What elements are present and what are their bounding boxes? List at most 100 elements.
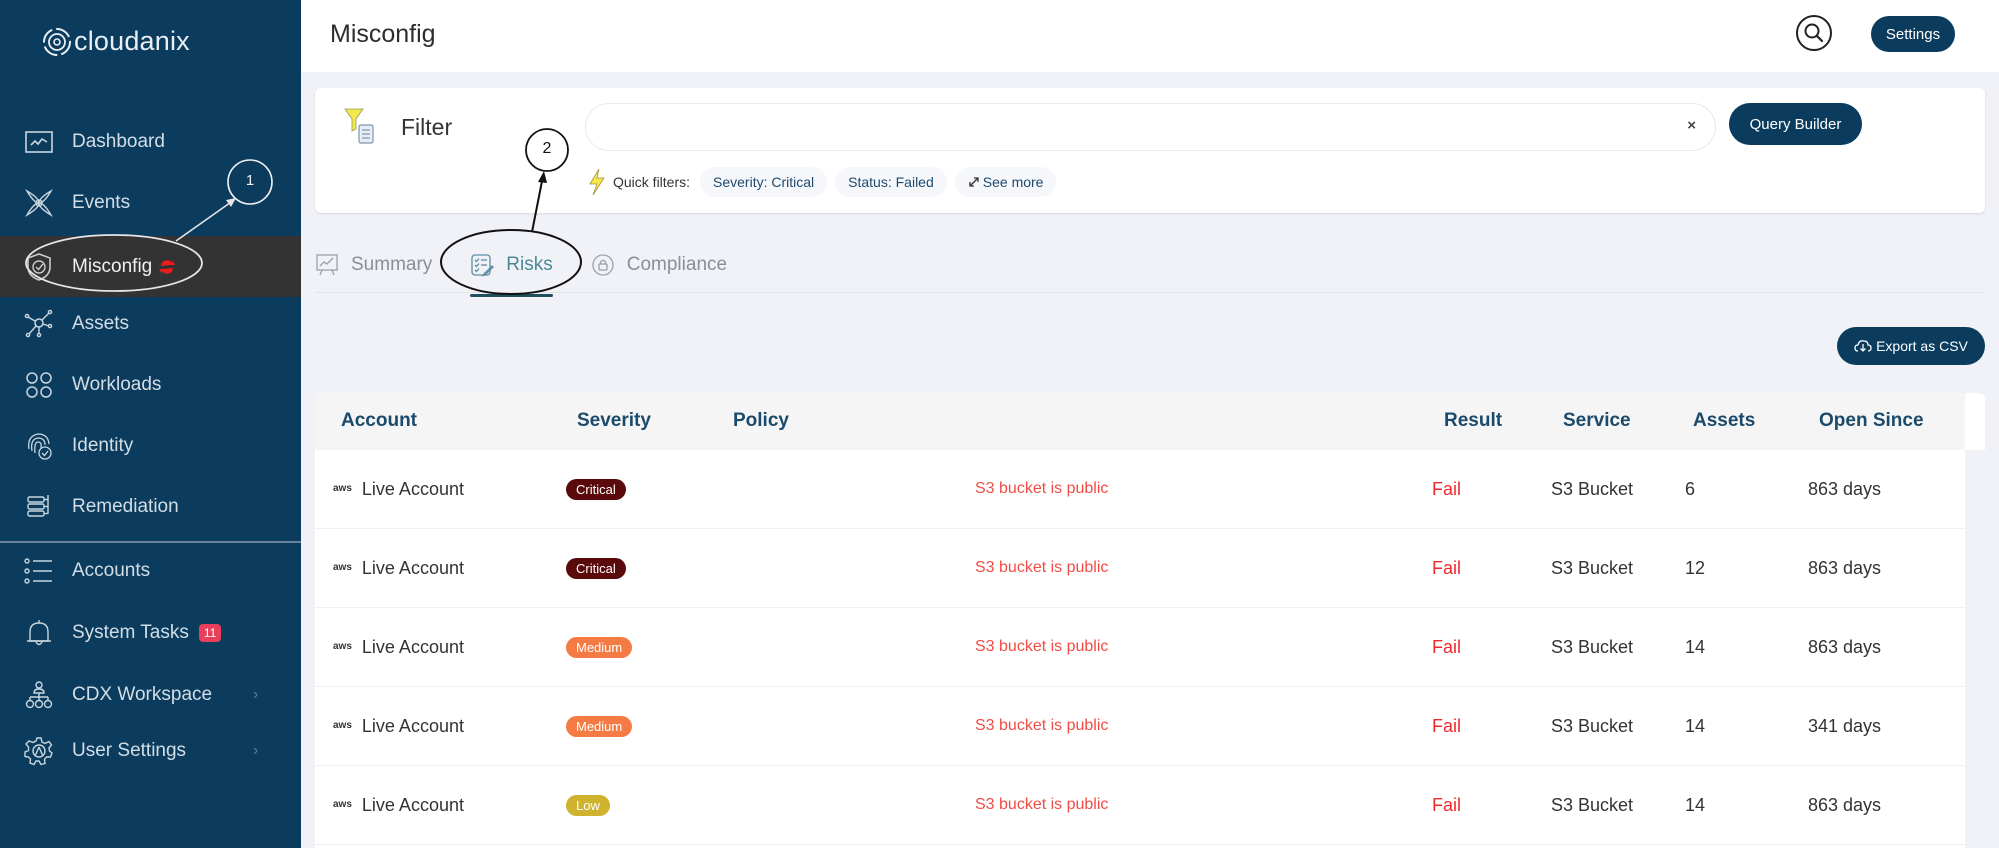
clear-filter-button[interactable]: ×: [1687, 117, 1696, 134]
tab-summary[interactable]: Summary: [315, 245, 432, 285]
tab-compliance[interactable]: Compliance: [591, 245, 727, 285]
sidebar: cloudanix Dashboard Events Misconfig Ass…: [0, 0, 301, 848]
column-header-open-since[interactable]: Open Since: [1819, 410, 1924, 432]
tab-label: Summary: [351, 254, 433, 275]
account-name: Live Account: [361, 478, 464, 499]
account-name: Live Account: [361, 715, 464, 736]
column-header-assets[interactable]: Assets: [1693, 410, 1755, 432]
severity-badge: Low: [566, 794, 610, 816]
accounts-list-icon: [24, 556, 54, 586]
table-row[interactable]: aws Live Account Critical S3 bucket is publ…: [315, 450, 1965, 529]
tabs-divider: [315, 292, 1985, 293]
brand-logo[interactable]: cloudanix: [42, 26, 190, 57]
export-csv-button[interactable]: Export as CSV: [1837, 327, 1985, 365]
filter-panel: Filter × Query Builder Quick filters: Se…: [315, 88, 1985, 213]
service-cell: S3 Bucket: [1551, 478, 1634, 499]
misconfig-shield-icon: [24, 252, 54, 282]
severity-cell: Critical: [566, 529, 626, 607]
account-cell: aws Live Account: [333, 529, 464, 607]
assets-cell: 14: [1685, 794, 1706, 815]
service-cell: S3 Bucket: [1551, 794, 1634, 815]
quick-filters-label: Quick filters:: [613, 174, 691, 190]
sidebar-item-label: User Settings: [72, 739, 187, 761]
sidebar-item-label: Remediation: [72, 495, 179, 517]
sidebar-item-assets[interactable]: Assets: [0, 293, 301, 354]
sidebar-item-label: Misconfig: [72, 255, 153, 277]
sidebar-item-cdx-workspace[interactable]: CDX Workspace ›: [0, 664, 301, 725]
assets-cell: 12: [1685, 557, 1706, 578]
sidebar-item-events[interactable]: Events: [0, 172, 301, 233]
sidebar-item-label: Assets: [72, 312, 130, 334]
result-cell: Fail: [1432, 636, 1462, 657]
account-name: Live Account: [361, 636, 464, 657]
workspace-icon: [24, 680, 54, 710]
risks-table: Account Severity Policy Result Service A…: [315, 393, 1965, 848]
user-settings-gear-icon: [24, 736, 54, 766]
tab-label: Risks: [506, 254, 553, 275]
policy-cell[interactable]: S3 bucket is public: [975, 766, 1108, 844]
sidebar-item-workloads[interactable]: Workloads: [0, 354, 301, 415]
cloud-download-icon: [1854, 340, 1872, 352]
account-name: Live Account: [361, 794, 464, 815]
sidebar-item-remediation[interactable]: Remediation: [0, 476, 301, 537]
search-button[interactable]: [1796, 15, 1832, 51]
open-since-cell: 341 days: [1808, 715, 1882, 736]
filter-search-field: ×: [585, 103, 1716, 151]
column-header-result[interactable]: Result: [1444, 410, 1502, 432]
top-header: Misconfig Settings: [301, 0, 1999, 72]
expand-icon: [969, 177, 979, 187]
account-cell: aws Live Account: [333, 450, 464, 528]
severity-badge: Critical: [566, 557, 626, 579]
sidebar-item-misconfig[interactable]: Misconfig: [0, 236, 301, 297]
chevron-right-icon: ›: [253, 685, 259, 703]
query-builder-button[interactable]: Query Builder: [1729, 103, 1862, 145]
sidebar-item-dashboard[interactable]: Dashboard: [0, 111, 301, 172]
account-cell: aws Live Account: [333, 766, 464, 844]
summary-chart-icon: [315, 253, 339, 277]
bell-icon: [24, 618, 54, 648]
sidebar-item-label: System Tasks: [72, 621, 189, 643]
severity-badge: Critical: [566, 478, 626, 500]
table-row[interactable]: aws Live Account Low S3 bucket is public Fai…: [315, 766, 1965, 845]
policy-cell[interactable]: S3 bucket is public: [975, 608, 1108, 686]
table-row[interactable]: aws Live Account Medium S3 bucket is public…: [315, 687, 1965, 766]
quick-filter-severity-critical[interactable]: Severity: Critical: [700, 167, 828, 197]
table-row[interactable]: aws Live Account Critical S3 bucket is publ…: [315, 529, 1965, 608]
column-header-policy[interactable]: Policy: [733, 410, 789, 432]
open-since-cell: 863 days: [1808, 478, 1882, 499]
account-cell: aws Live Account: [333, 687, 464, 765]
column-header-account[interactable]: Account: [341, 410, 417, 432]
sidebar-item-label: Workloads: [72, 373, 162, 395]
settings-button[interactable]: Settings: [1871, 16, 1955, 52]
policy-cell[interactable]: S3 bucket is public: [975, 450, 1108, 528]
column-header-severity[interactable]: Severity: [577, 410, 651, 432]
sidebar-item-identity[interactable]: Identity: [0, 415, 301, 476]
see-more-button[interactable]: See more: [954, 167, 1057, 197]
aws-icon: aws: [333, 799, 352, 810]
sidebar-item-user-settings[interactable]: User Settings ›: [0, 720, 301, 781]
severity-badge: Medium: [566, 715, 633, 737]
service-cell: S3 Bucket: [1551, 557, 1634, 578]
open-since-cell: 863 days: [1808, 636, 1882, 657]
sidebar-item-label: CDX Workspace: [72, 683, 213, 705]
policy-cell[interactable]: S3 bucket is public: [975, 687, 1108, 765]
quick-filter-status-failed[interactable]: Status: Failed: [835, 167, 947, 197]
sidebar-item-label: Identity: [72, 434, 134, 456]
column-header-service[interactable]: Service: [1563, 410, 1631, 432]
filter-input[interactable]: [586, 104, 1715, 150]
policy-cell[interactable]: S3 bucket is public: [975, 529, 1108, 607]
table-corner: [1965, 393, 1985, 450]
sidebar-item-accounts[interactable]: Accounts: [0, 540, 301, 601]
service-cell: S3 Bucket: [1551, 715, 1634, 736]
sync-icon: [158, 258, 176, 276]
see-more-label: See more: [982, 174, 1044, 190]
table-header: Account Severity Policy Result Service A…: [315, 393, 1965, 450]
tab-risks[interactable]: Risks: [470, 245, 554, 297]
table-row[interactable]: aws Live Account Medium S3 bucket is public…: [315, 608, 1965, 687]
risks-checklist-icon: [470, 253, 495, 277]
brand-name: cloudanix: [74, 26, 190, 56]
aws-icon: aws: [333, 641, 352, 652]
account-cell: aws Live Account: [333, 608, 464, 686]
sidebar-item-system-tasks[interactable]: System Tasks 11: [0, 602, 301, 663]
compliance-lock-icon: [591, 253, 615, 277]
